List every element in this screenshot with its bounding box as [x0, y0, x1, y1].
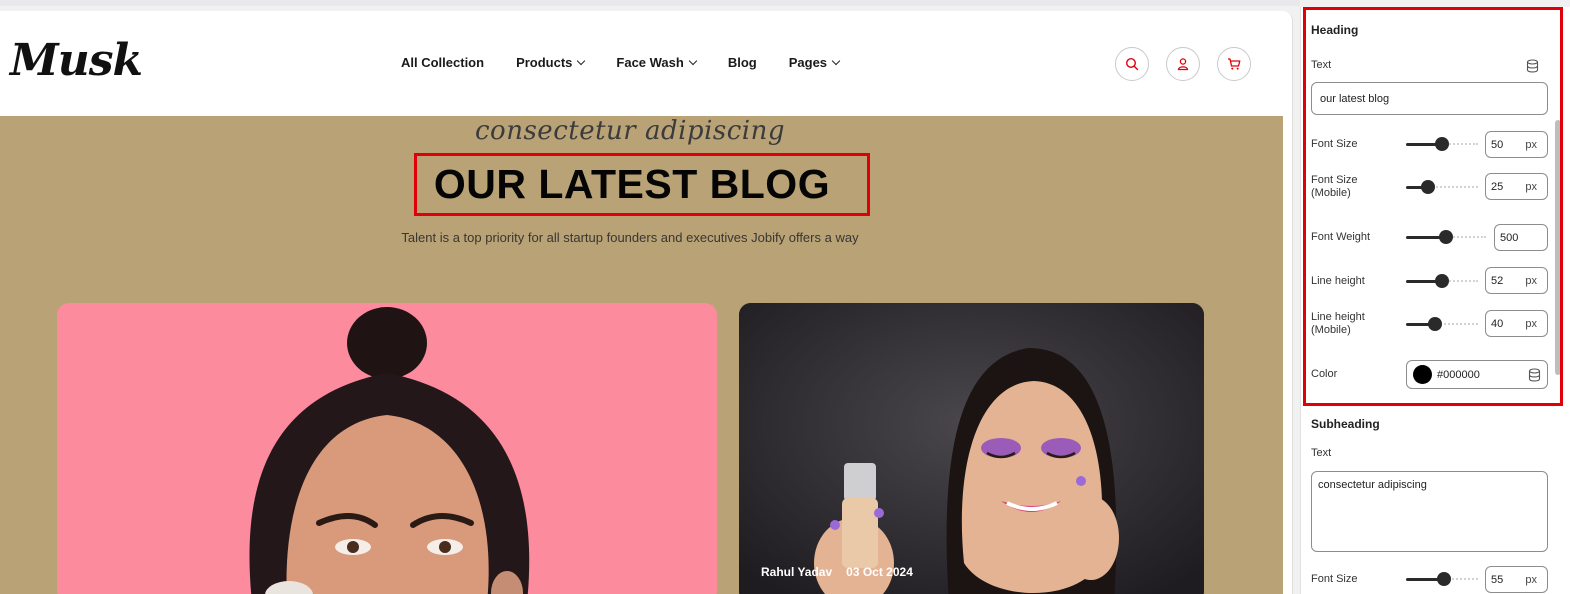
unit-label: px [1525, 573, 1537, 586]
slider-knob[interactable] [1435, 137, 1449, 151]
font-size-field[interactable]: 50 px [1485, 131, 1548, 158]
nav-item-face-wash[interactable]: Face Wash [616, 55, 698, 70]
subheading-font-size-label: Font Size [1311, 573, 1358, 585]
color-label: Color [1311, 368, 1338, 380]
site-preview: Musk All Collection Products Face Wash B… [0, 11, 1293, 594]
cart-button[interactable] [1217, 47, 1251, 81]
font-weight-label: Font Weight [1311, 231, 1371, 243]
search-icon [1125, 57, 1139, 71]
blog-date: 03 Oct 2024 [846, 565, 913, 579]
subheading-text-label: Text [1311, 447, 1332, 459]
font-size-label: Font Size [1311, 138, 1358, 150]
blog-author: Rahul Yadav [761, 565, 833, 579]
subheading-section-title: Subheading [1311, 417, 1380, 431]
heading-text-label: Text [1311, 59, 1332, 71]
font-weight-field[interactable]: 500 [1494, 224, 1548, 251]
blog-card-meta: Rahul Yadav 03 Oct 2024 [761, 565, 913, 579]
color-value: #000000 [1437, 368, 1480, 381]
blog-card[interactable]: Rahul Yadav 03 Oct 2024 [739, 303, 1204, 594]
user-icon [1177, 58, 1189, 71]
subheading-font-size-field[interactable]: 55 px [1485, 566, 1548, 593]
app-frame: Musk All Collection Products Face Wash B… [0, 0, 1570, 594]
chevron-down-icon [831, 56, 841, 65]
heading-section-title: Heading [1311, 23, 1359, 37]
site-logo[interactable]: Musk [10, 35, 143, 86]
unit-label: px [1525, 317, 1537, 330]
heading-text-input[interactable]: our latest blog [1311, 82, 1548, 115]
line-height-mobile-field[interactable]: 40 px [1485, 310, 1548, 337]
subheading-font-size-value: 55 [1491, 573, 1504, 586]
font-weight-slider[interactable] [1406, 230, 1486, 244]
slider-knob[interactable] [1421, 180, 1435, 194]
line-height-mobile-slider[interactable] [1406, 317, 1478, 331]
top-strip [0, 0, 1300, 6]
blog-card-image [249, 307, 530, 594]
slider-track [1428, 186, 1478, 189]
nav-item-products[interactable]: Products [516, 55, 586, 70]
nav-label: All Collection [401, 55, 485, 70]
unit-label: px [1525, 274, 1537, 287]
slider-knob[interactable] [1435, 274, 1449, 288]
account-button[interactable] [1166, 47, 1200, 81]
nav-item-all-collection[interactable]: All Collection [401, 55, 484, 70]
nav-item-blog[interactable]: Blog [728, 55, 757, 70]
panel-scrollbar[interactable] [1555, 120, 1561, 375]
color-picker-field[interactable]: #000000 [1406, 360, 1548, 389]
chevron-down-icon [688, 56, 698, 65]
line-height-mobile-label: Line height (Mobile) [1311, 311, 1365, 336]
nav-label: Pages [788, 55, 828, 70]
font-size-mobile-slider[interactable] [1406, 180, 1478, 194]
section-subheading: consectetur adipiscing [475, 116, 785, 146]
slider-knob[interactable] [1428, 317, 1442, 331]
line-height-label: Line height [1311, 275, 1365, 287]
nav-label: Blog [727, 55, 757, 70]
blog-card-image [739, 303, 1204, 594]
color-swatch[interactable] [1413, 365, 1432, 384]
blog-card[interactable] [57, 303, 717, 594]
header-actions [1115, 47, 1251, 81]
font-size-slider[interactable] [1406, 137, 1478, 151]
slider-knob[interactable] [1437, 572, 1451, 586]
nav-item-pages[interactable]: Pages [788, 55, 841, 70]
chevron-down-icon [577, 56, 586, 65]
search-button[interactable] [1115, 47, 1149, 81]
section-heading: OUR LATEST BLOG [433, 161, 831, 207]
section-heading-selected[interactable]: OUR LATEST BLOG [414, 153, 870, 216]
dynamic-source-icon[interactable] [1526, 59, 1539, 73]
main-nav: All Collection Products Face Wash Blog P… [401, 55, 841, 70]
unit-label: px [1525, 180, 1537, 193]
blog-section: consectetur adipiscing OUR LATEST BLOG T… [0, 116, 1283, 594]
section-description: Talent is a top priority for all startup… [401, 230, 859, 245]
font-size-mobile-label: Font Size (Mobile) [1311, 174, 1358, 199]
line-height-value: 52 [1491, 274, 1504, 287]
subheading-font-size-slider[interactable] [1406, 572, 1478, 586]
line-height-mobile-value: 40 [1491, 317, 1504, 330]
font-size-value: 50 [1491, 138, 1504, 151]
font-size-mobile-field[interactable]: 25 px [1485, 173, 1548, 200]
line-height-slider[interactable] [1406, 274, 1478, 288]
font-weight-value: 500 [1500, 231, 1519, 244]
cart-icon [1228, 58, 1241, 70]
slider-knob[interactable] [1439, 230, 1453, 244]
site-header: Musk All Collection Products Face Wash B… [0, 11, 1292, 116]
dynamic-source-icon[interactable] [1528, 367, 1541, 382]
line-height-field[interactable]: 52 px [1485, 267, 1548, 294]
font-size-mobile-value: 25 [1491, 180, 1504, 193]
unit-label: px [1525, 138, 1537, 151]
nav-label: Products [516, 55, 573, 70]
subheading-text-input[interactable]: consectetur adipiscing [1311, 471, 1548, 552]
nav-label: Face Wash [616, 55, 684, 70]
